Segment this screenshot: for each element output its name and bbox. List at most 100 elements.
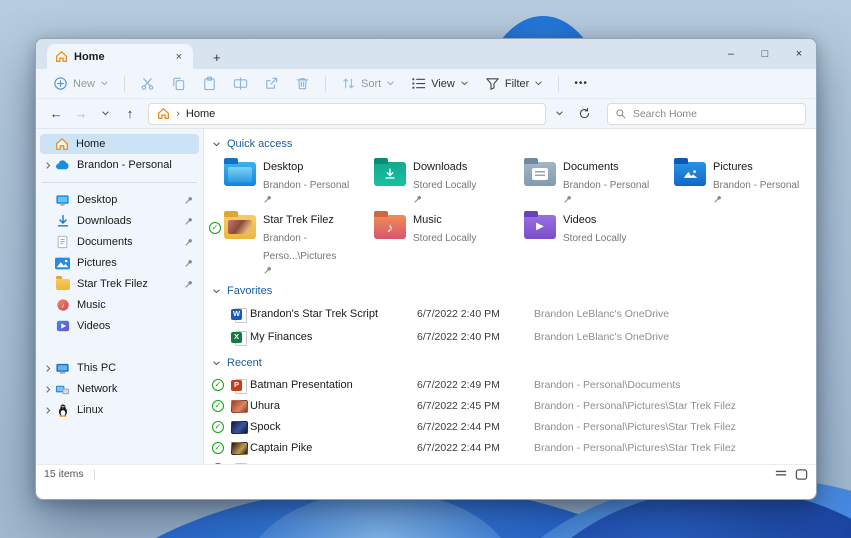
search-input[interactable] <box>632 107 799 120</box>
address-dropdown-button[interactable] <box>550 103 571 125</box>
sidebar-item-documents[interactable]: Documents <box>40 232 199 252</box>
cut-button[interactable] <box>133 72 162 95</box>
section-header-recent[interactable]: Recent <box>212 354 816 372</box>
refresh-button[interactable] <box>574 103 595 125</box>
documents-icon <box>55 235 70 250</box>
minimize-button[interactable]: – <box>714 39 748 69</box>
videos-folder-icon: ▶ <box>524 211 556 239</box>
expand-chevron-icon[interactable] <box>42 385 55 394</box>
toolbar-divider <box>558 75 560 92</box>
linux-penguin-icon <box>55 403 70 418</box>
sidebar-item-this-pc[interactable]: This PC <box>40 358 199 378</box>
sidebar-item-label: Star Trek Filez <box>77 278 148 290</box>
thumbnail-view-icon[interactable] <box>795 468 808 481</box>
quick-access-tile-pictures[interactable]: Pictures Brandon - Personal <box>662 156 812 204</box>
sort-button[interactable]: Sort <box>334 72 402 95</box>
file-date-modified: 6/7/2022 2:40 PM <box>417 331 500 343</box>
sidebar-item-brandon-personal[interactable]: Brandon - Personal <box>40 155 199 175</box>
file-row-spock[interactable]: ✓ Spock 6/7/2022 2:44 PM Brandon - Personal… <box>212 417 816 437</box>
new-button[interactable]: New <box>46 72 116 95</box>
section-header-favorites[interactable]: Favorites <box>212 282 816 300</box>
photo-thumbnail <box>230 420 248 434</box>
file-row-my-finances[interactable]: X My Finances 6/7/2022 2:40 PM Brandon LeBl… <box>212 326 816 348</box>
breadcrumb-item-home[interactable]: Home <box>186 108 215 120</box>
pin-icon <box>263 194 273 204</box>
content-pane: Quick access Desktop Brandon - Personal Dow… <box>203 129 816 464</box>
file-location: Brandon - Personal\Pictures\Star Trek Fi… <box>534 442 736 454</box>
rename-button[interactable] <box>226 72 255 95</box>
file-location: Brandon - Personal\Pictures\Star Trek Fi… <box>534 421 736 433</box>
file-name: Spock <box>250 421 281 433</box>
new-tab-button[interactable]: + <box>207 50 227 69</box>
filter-button[interactable]: Filter <box>478 72 550 95</box>
rename-icon <box>233 76 248 91</box>
onedrive-icon <box>55 158 70 173</box>
quick-access-tile-documents[interactable]: Documents Brandon - Personal <box>512 156 662 204</box>
more-button[interactable]: ••• <box>567 78 595 88</box>
file-row-brandon-s-star-trek-script[interactable]: W Brandon's Star Trek Script 6/7/2022 2:40… <box>212 303 816 325</box>
paste-button[interactable] <box>195 72 224 95</box>
sidebar-item-home[interactable]: Home <box>40 134 199 154</box>
tab-close-icon[interactable]: × <box>173 51 185 63</box>
quick-access-tile-star-trek-filez[interactable]: ✓ Star Trek Filez Brandon - Perso...\Pictu… <box>209 209 362 275</box>
tab-home[interactable]: Home × <box>47 44 193 69</box>
view-icon <box>411 76 426 91</box>
breadcrumb[interactable]: › Home <box>148 102 546 125</box>
chevron-down-icon <box>534 79 543 88</box>
forward-button[interactable]: → <box>71 103 92 125</box>
recent-locations-button[interactable] <box>95 103 116 125</box>
tile-name: Star Trek Filez <box>263 214 334 226</box>
sidebar-item-videos[interactable]: Videos <box>40 316 199 336</box>
file-row-captain-pike[interactable]: ✓ Captain Pike 6/7/2022 2:44 PM Brandon - P… <box>212 438 816 458</box>
file-date-modified: 6/7/2022 2:44 PM <box>417 442 500 454</box>
file-name: Uhura <box>250 400 280 412</box>
expand-chevron-icon[interactable] <box>42 406 55 415</box>
sidebar-item-network[interactable]: Network <box>40 379 199 399</box>
chevron-down-icon <box>212 359 221 368</box>
quick-access-tile-music[interactable]: ♪ Music Stored Locally <box>362 209 512 275</box>
home-icon <box>55 137 69 151</box>
sidebar-item-label: Music <box>77 299 106 311</box>
maximize-button[interactable]: □ <box>748 39 782 69</box>
tab-bar: Home × + – □ × <box>36 39 816 69</box>
quick-access-tile-desktop[interactable]: Desktop Brandon - Personal <box>212 156 362 204</box>
quick-access-tile-videos[interactable]: ▶ Videos Stored Locally <box>512 209 662 275</box>
address-bar: ← → ↑ › Home <box>36 99 816 129</box>
sidebar-item-label: Desktop <box>77 194 118 206</box>
copy-button[interactable] <box>164 72 193 95</box>
favorites-list: W Brandon's Star Trek Script 6/7/2022 2:40… <box>212 303 816 348</box>
sidebar-item-linux[interactable]: Linux <box>40 400 199 420</box>
expand-chevron-icon[interactable] <box>42 161 55 170</box>
sidebar-item-music[interactable]: ♪ Music <box>40 295 199 315</box>
share-button[interactable] <box>257 72 286 95</box>
sidebar-divider <box>42 182 197 183</box>
tile-name: Desktop <box>263 161 304 173</box>
sidebar-item-desktop[interactable]: Desktop <box>40 190 199 210</box>
file-row-batman-presentation[interactable]: ✓ P Batman Presentation 6/7/2022 2:49 PM Bra… <box>212 375 816 395</box>
svg-text:♪: ♪ <box>61 303 65 310</box>
chevron-down-icon <box>386 79 395 88</box>
sidebar-item-star-trek-filez[interactable]: Star Trek Filez <box>40 274 199 294</box>
navigation-pane: Home Brandon - Personal Desktop Downloads Do… <box>36 129 203 464</box>
pin-icon <box>184 258 194 268</box>
quick-access-tile-downloads[interactable]: Downloads Stored Locally <box>362 156 512 204</box>
pin-icon <box>184 279 194 289</box>
search-box <box>606 102 807 125</box>
delete-button[interactable] <box>288 72 317 95</box>
up-button[interactable]: ↑ <box>120 103 141 125</box>
section-header-quick-access[interactable]: Quick access <box>212 135 816 153</box>
close-button[interactable]: × <box>782 39 816 69</box>
tile-name: Videos <box>563 214 597 226</box>
expand-chevron-icon[interactable] <box>42 364 55 373</box>
sidebar-item-downloads[interactable]: Downloads <box>40 211 199 231</box>
view-button[interactable]: View <box>404 72 476 95</box>
file-row-uhura[interactable]: ✓ Uhura 6/7/2022 2:45 PM Brandon - Personal… <box>212 396 816 416</box>
tile-location: Stored Locally <box>413 233 477 244</box>
file-row-brandon-s-star-trek-script[interactable]: ✓ WBrandon's Star Trek Script4/5/2022 12:… <box>212 459 816 464</box>
pin-icon <box>184 195 194 205</box>
window-body: Home Brandon - Personal Desktop Downloads Do… <box>36 129 816 464</box>
sidebar-item-pictures[interactable]: Pictures <box>40 253 199 273</box>
back-button[interactable]: ← <box>46 103 67 125</box>
file-explorer-window: Home × + – □ × New Sort View Filter ••• ← → … <box>35 38 817 500</box>
details-view-icon[interactable] <box>775 468 787 480</box>
